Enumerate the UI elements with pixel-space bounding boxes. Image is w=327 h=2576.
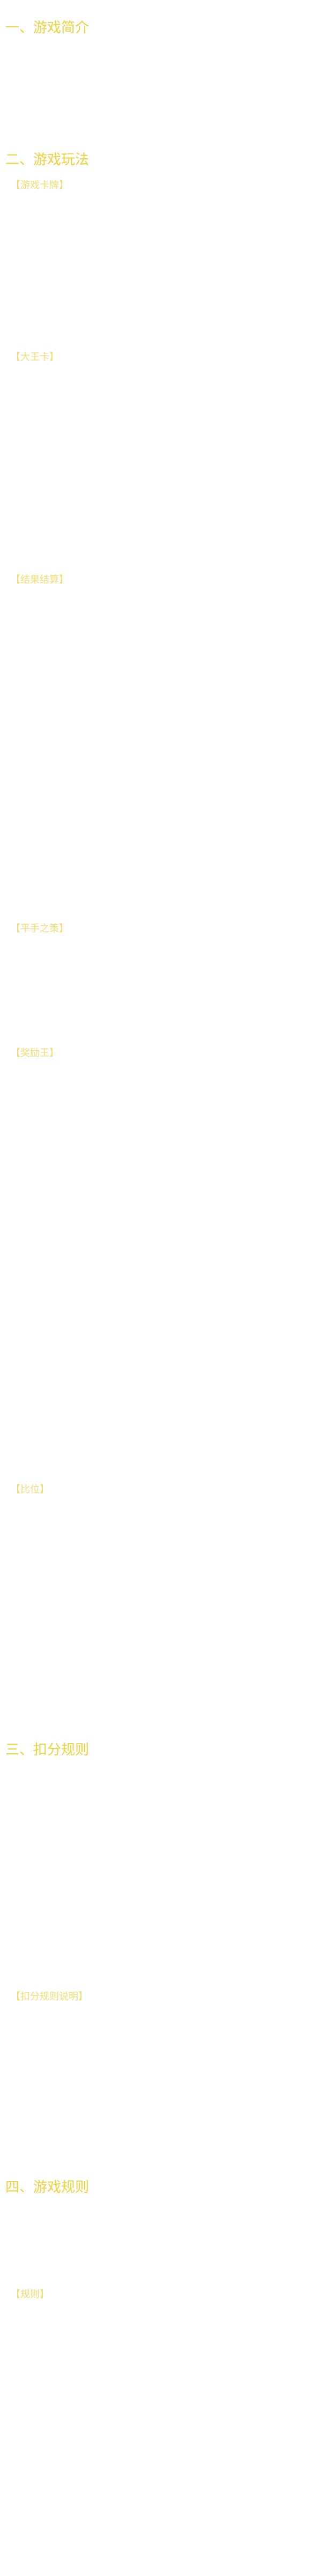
subsection-position: 【比位】 xyxy=(11,1484,49,1495)
section-title-game-rules: 四、游戏规则 xyxy=(5,2179,90,2196)
section-title-intro: 一、游戏简介 xyxy=(5,20,90,36)
subsection-deduction-details: 【扣分规则说明】 xyxy=(11,1991,88,2002)
subsection-king-card: 【大王卡】 xyxy=(11,352,59,363)
subsection-game-cards: 【游戏卡牌】 xyxy=(11,180,69,191)
rules-page: 一、游戏简介 二、游戏玩法 【游戏卡牌】 【大王卡】 【结果结算】 【平手之策】… xyxy=(0,0,327,2576)
subsection-reward-king: 【奖励王】 xyxy=(11,1048,59,1059)
section-title-deduction-rules: 三、扣分规则 xyxy=(5,1742,90,1758)
subsection-result-settlement: 【结果结算】 xyxy=(11,574,69,586)
subsection-tie-strategy: 【平手之策】 xyxy=(11,923,69,934)
section-title-gameplay: 二、游戏玩法 xyxy=(5,152,90,168)
subsection-rules: 【规则】 xyxy=(11,2289,49,2300)
